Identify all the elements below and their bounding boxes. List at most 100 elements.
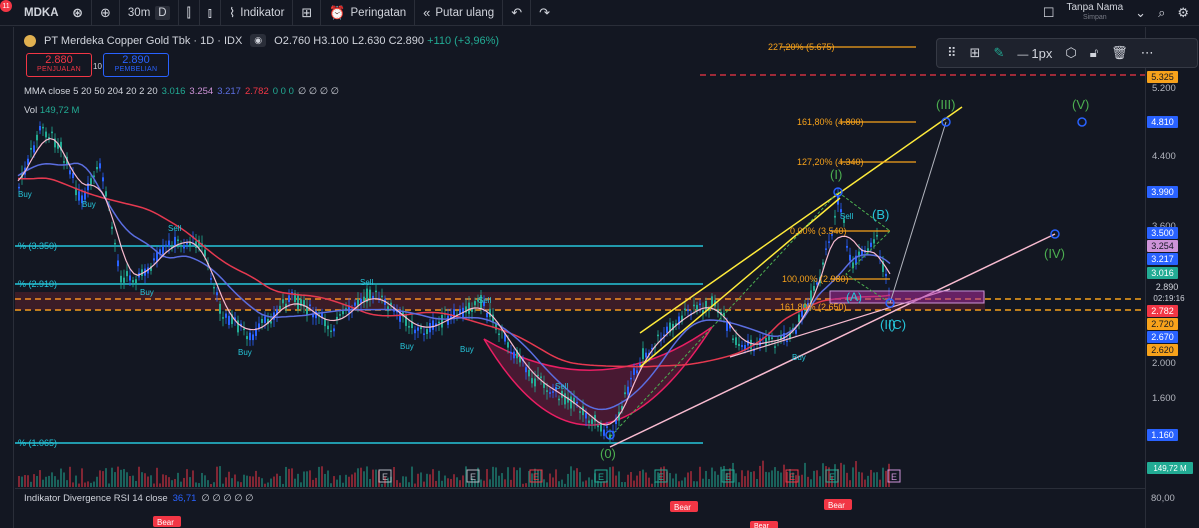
candle-body	[132, 280, 134, 283]
mma-legend[interactable]: MMA close 5 20 50 204 20 2 20 3.016 3.25…	[24, 86, 339, 97]
chart-title[interactable]: PT Merdeka Copper Gold Tbk · 1D · IDX	[44, 35, 242, 47]
volume-axis-label: 149,72 M	[1147, 462, 1193, 474]
volume-bar	[843, 464, 845, 487]
volume-bar	[201, 472, 203, 487]
volume-bar	[18, 476, 20, 487]
volume-bar	[636, 475, 638, 487]
redo-button[interactable]: ↷	[531, 0, 558, 26]
volume-bar	[864, 479, 866, 487]
lock-icon[interactable]: 🔓︎	[1090, 45, 1098, 61]
volume-bar	[438, 470, 440, 487]
layout-checkbox-icon[interactable]: ☐	[1043, 5, 1055, 21]
pencil-icon[interactable]: ✎	[993, 45, 1004, 61]
candle-body	[588, 420, 590, 423]
candle-body	[645, 352, 647, 358]
volume-bar	[699, 466, 701, 487]
interval-label: 30m	[127, 6, 151, 19]
volume-bar	[840, 462, 842, 487]
candle-body	[228, 315, 230, 325]
replay-button[interactable]: « Putar ulang	[415, 0, 504, 26]
volume-bar	[429, 474, 431, 487]
drag-handle-icon[interactable]: ⠿	[947, 45, 957, 61]
candle-body	[357, 299, 359, 306]
line-width-button[interactable]: — 1px	[1017, 46, 1052, 61]
volume-legend[interactable]: Vol 149,72 M	[24, 105, 79, 116]
volume-bar	[318, 466, 320, 487]
wave-label-IV: (IV)	[1044, 246, 1065, 261]
volume-bar	[627, 474, 629, 487]
user-block[interactable]: Tanpa Nama Simpan	[1066, 3, 1123, 23]
volume-bar	[810, 479, 812, 487]
signal-buy: Buy	[792, 353, 806, 362]
volume-bar	[678, 481, 680, 487]
candle-body	[99, 163, 101, 169]
user-status: Simpan	[1082, 14, 1107, 21]
candle-body	[129, 275, 131, 281]
buy-button[interactable]: 2.890 PEMBELIAN	[103, 53, 169, 77]
undo-button[interactable]: ↶	[503, 0, 532, 26]
candle-body	[597, 425, 599, 428]
price-label-3217: 3.217	[1147, 253, 1178, 265]
volume-bar	[651, 483, 653, 487]
quick-search-icon[interactable]: ⌕	[1158, 5, 1165, 21]
volume-bar	[129, 476, 131, 487]
trash-icon[interactable]: 🗑︎	[1111, 45, 1128, 61]
volume-bar	[498, 475, 500, 487]
volume-bar	[162, 474, 164, 487]
axis-tick: 2.000	[1152, 358, 1176, 369]
candle-body	[510, 351, 512, 354]
candle-body	[30, 147, 32, 150]
candle-body	[699, 303, 701, 306]
volume-bar	[294, 478, 296, 487]
volume-bar	[738, 482, 740, 487]
volume-bars	[18, 460, 890, 487]
alarm-icon: ⏰	[329, 4, 346, 20]
alert-button[interactable]: ⏰ Peringatan	[321, 0, 416, 26]
settings-icon[interactable]: ⚙	[1177, 5, 1189, 21]
notification-badge[interactable]: 11	[0, 0, 12, 12]
axis-tick: 4.400	[1152, 151, 1176, 162]
volume-bar	[240, 482, 242, 487]
volume-bar	[876, 472, 878, 487]
chart-type-button[interactable]: ⫾	[200, 0, 221, 26]
settings-hex-icon[interactable]: ⬡	[1065, 45, 1076, 61]
volume-bar	[585, 480, 587, 487]
redo-icon: ↷	[539, 4, 550, 20]
volume-bar	[276, 473, 278, 487]
symbol-menu-icon[interactable]: ⊛	[72, 5, 83, 21]
chart-canvas[interactable]: 227,20% (5.675) 161,80% (4.800) 127,20% …	[0, 27, 1145, 528]
candle-body	[87, 183, 89, 191]
templates-icon[interactable]: ⊞	[970, 45, 981, 61]
indicators-button[interactable]: ⌇ Indikator	[221, 0, 294, 26]
symbol-search[interactable]: MDKA ⊛	[0, 0, 92, 26]
chevron-down-icon[interactable]: ⌄	[1135, 5, 1146, 21]
volume-bar	[93, 481, 95, 487]
volume-bar	[867, 475, 869, 487]
candle-body	[45, 131, 47, 138]
spread-value: 10	[93, 62, 102, 71]
candles-icon: ⫿	[186, 4, 191, 20]
sell-price: 2.880	[45, 54, 73, 66]
rsi-legend[interactable]: Indikator Divergence RSI 14 close 36,71 …	[24, 493, 253, 504]
volume-bar	[96, 476, 98, 487]
add-symbol-button[interactable]: ⊕	[92, 0, 120, 26]
eye-toggle-icon[interactable]: ◉	[250, 34, 267, 47]
templates-button[interactable]: ⊞	[293, 0, 322, 26]
buy-price: 2.890	[122, 54, 150, 66]
volume-bar	[348, 476, 350, 487]
wave-label-I: (I)	[830, 167, 842, 182]
volume-bar	[198, 483, 200, 487]
candle-body	[630, 377, 632, 380]
candle-body	[570, 396, 572, 409]
sell-button[interactable]: 2.880 PENJUALAN	[26, 53, 92, 77]
volume-bar	[582, 481, 584, 487]
bar-style-button[interactable]: ⫿	[179, 0, 200, 26]
interval-button[interactable]: 30m D	[120, 0, 179, 26]
svg-text:E: E	[829, 472, 835, 482]
candle-body	[693, 304, 695, 307]
more-icon[interactable]: ⋯	[1141, 45, 1154, 61]
volume-bar	[630, 472, 632, 487]
volume-bar	[552, 477, 554, 487]
svg-text:E: E	[725, 472, 731, 482]
price-axis[interactable]: 5.200 4.400 3.600 2.000 1.600 5.325 4.81…	[1145, 27, 1199, 528]
